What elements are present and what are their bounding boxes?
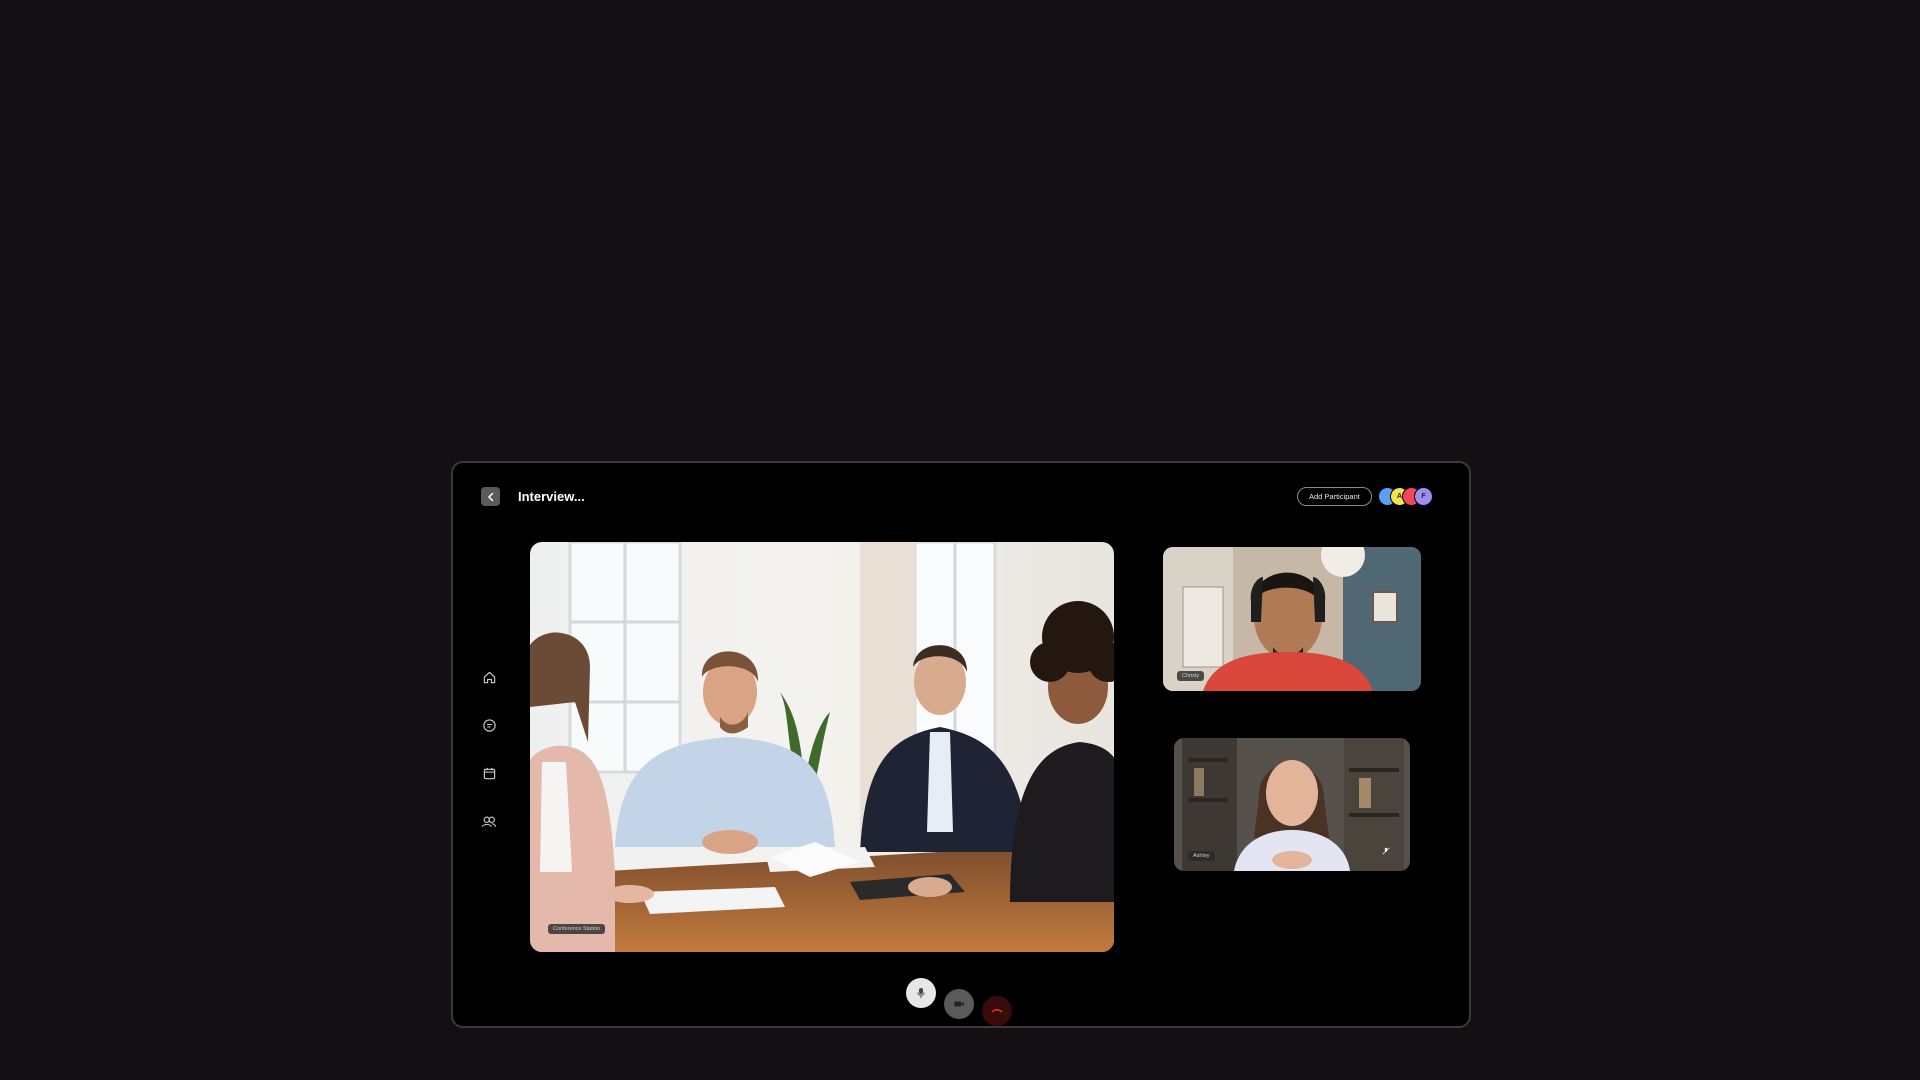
main-video-label: Conference Station [548, 924, 606, 934]
participant-name: Christy [1177, 671, 1205, 681]
microphone-button[interactable] [906, 978, 936, 1008]
end-call-button[interactable] [982, 996, 1012, 1026]
sidebar-item-users[interactable] [477, 809, 501, 833]
avatar[interactable]: F [1414, 487, 1433, 506]
camera-icon [954, 1001, 964, 1007]
camera-button[interactable] [944, 989, 974, 1019]
home-icon [483, 671, 495, 683]
calendar-icon [483, 767, 495, 779]
participant-tile-christy[interactable]: Christy [1163, 547, 1421, 691]
sidebar-item-home[interactable] [477, 665, 501, 689]
meeting-title: Interview... [518, 489, 585, 504]
sidebar [477, 665, 501, 857]
main-video-feed[interactable]: Conference Station [530, 542, 1114, 952]
participant-tile-ashley[interactable]: Ashley [1174, 738, 1410, 871]
conference-room-image [530, 542, 1114, 952]
end-call-icon [991, 1009, 1003, 1013]
chat-icon [482, 718, 496, 732]
muted-mic-icon [1382, 847, 1390, 855]
participant-name: Ashley [1188, 851, 1215, 861]
sidebar-item-calendar[interactable] [477, 761, 501, 785]
meeting-window: Interview... Add Participant A F Confere… [451, 461, 1471, 1028]
participant-avatars[interactable]: A F [1378, 487, 1433, 506]
sidebar-item-chat[interactable] [477, 713, 501, 737]
participant-video-christy [1163, 547, 1421, 691]
microphone-icon [917, 988, 925, 998]
back-button[interactable] [481, 487, 500, 506]
chevron-left-icon [487, 492, 493, 501]
users-icon [481, 816, 497, 827]
call-controls [453, 978, 1469, 1026]
add-participant-button[interactable]: Add Participant [1297, 487, 1372, 506]
